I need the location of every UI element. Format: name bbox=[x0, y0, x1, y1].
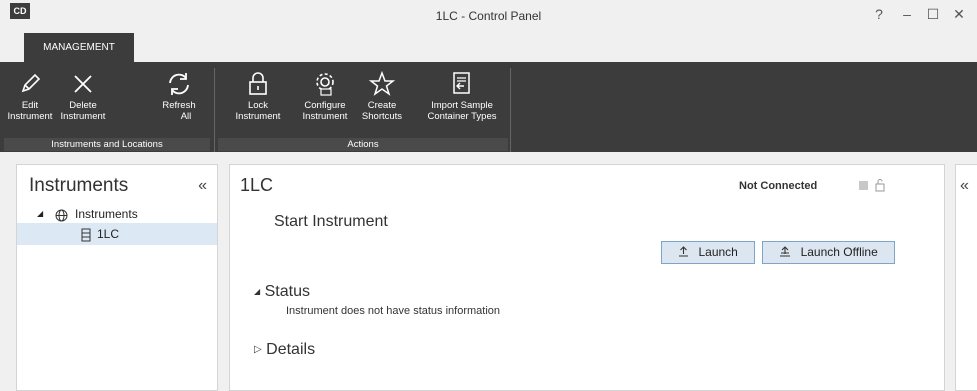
group-actions: Actions bbox=[218, 138, 508, 151]
tab-management[interactable]: MANAGEMENT bbox=[24, 33, 134, 62]
refresh-line1: Refresh bbox=[162, 100, 196, 111]
pencil-icon bbox=[16, 70, 44, 98]
expander-icon: ◢ bbox=[254, 287, 261, 296]
instrument-icon bbox=[81, 227, 91, 249]
shortcuts-line2: Shortcuts bbox=[361, 111, 403, 122]
start-instrument-heading: Start Instrument bbox=[274, 213, 388, 230]
ribbon-separator bbox=[510, 68, 511, 152]
unlock-icon bbox=[875, 178, 885, 192]
edit-line2: Instrument bbox=[7, 111, 53, 122]
group-instruments-and-locations: Instruments and Locations bbox=[4, 138, 210, 151]
launch-offline-button[interactable]: Launch Offline bbox=[762, 241, 895, 264]
shortcuts-line1: Create bbox=[367, 100, 397, 111]
title-bar: CD 1LC - Control Panel ? – ☐ ✕ bbox=[0, 0, 977, 33]
edit-line1: Edit bbox=[21, 100, 39, 111]
expander-icon: ▷ bbox=[254, 344, 262, 355]
launch-offline-label: Launch Offline bbox=[800, 245, 878, 259]
configure-line2: Instrument bbox=[302, 111, 348, 122]
tree-item-label: Instruments bbox=[75, 207, 138, 221]
window-title: 1LC - Control Panel bbox=[435, 9, 542, 23]
launch-offline-icon bbox=[779, 245, 800, 259]
x-icon bbox=[69, 70, 97, 98]
edit-instrument-button[interactable]: Edit Instrument bbox=[4, 66, 56, 134]
refresh-all-button[interactable]: Refresh All bbox=[160, 66, 198, 134]
delete-line2: Instrument bbox=[60, 111, 106, 122]
page-title: 1LC bbox=[240, 175, 274, 195]
tree-item-label: 1LC bbox=[97, 227, 120, 241]
tree-item-1lc[interactable]: 1LC bbox=[17, 223, 217, 245]
tree-expander-icon[interactable]: ◢ bbox=[37, 203, 43, 225]
help-button[interactable]: ? bbox=[868, 3, 890, 25]
import-line2: Container Types bbox=[427, 111, 497, 122]
import-icon bbox=[448, 70, 476, 98]
lock-instrument-button[interactable]: Lock Instrument bbox=[226, 66, 290, 134]
instrument-detail-panel: 1LC Not Connected Start Instrument Launc… bbox=[229, 164, 945, 391]
ribbon: Edit Instrument Delete Instrument Refres… bbox=[0, 62, 977, 152]
configure-instrument-button[interactable]: Configure Instrument bbox=[294, 66, 356, 134]
connection-status: Not Connected bbox=[739, 180, 818, 192]
create-shortcuts-button[interactable]: Create Shortcuts bbox=[356, 66, 408, 134]
refresh-line2: All bbox=[180, 111, 192, 122]
collapse-left-panel-button[interactable]: « bbox=[198, 177, 207, 195]
close-button[interactable]: ✕ bbox=[948, 3, 970, 25]
status-heading: Status bbox=[264, 283, 310, 300]
star-icon bbox=[368, 70, 396, 98]
refresh-icon bbox=[165, 70, 193, 98]
ribbon-separator bbox=[214, 68, 215, 152]
lock-icon bbox=[244, 70, 272, 98]
status-section-header[interactable]: ◢ Status bbox=[254, 283, 310, 301]
tree-item-instruments[interactable]: ◢ Instruments bbox=[17, 203, 217, 225]
panel-title: Instruments bbox=[29, 175, 129, 196]
details-section-header[interactable]: ▷ Details bbox=[254, 341, 315, 359]
launch-button[interactable]: Launch bbox=[661, 241, 755, 264]
configure-line1: Configure bbox=[304, 100, 346, 111]
gear-icon bbox=[311, 70, 339, 98]
launch-label: Launch bbox=[698, 245, 738, 259]
delete-line1: Delete bbox=[69, 100, 97, 111]
lock-line1: Lock bbox=[247, 100, 269, 111]
minimize-button[interactable]: – bbox=[896, 3, 918, 25]
import-line1: Import Sample bbox=[431, 100, 493, 111]
lock-line2: Instrument bbox=[235, 111, 281, 122]
status-indicator-icon bbox=[859, 181, 868, 190]
instruments-navigation-panel: Instruments « ◢ Instruments 1LC bbox=[16, 164, 218, 391]
status-text: Instrument does not have status informat… bbox=[286, 305, 501, 317]
maximize-button[interactable]: ☐ bbox=[922, 3, 944, 25]
delete-instrument-button[interactable]: Delete Instrument bbox=[56, 66, 110, 134]
details-heading: Details bbox=[266, 341, 316, 358]
import-sample-container-types-button[interactable]: Import Sample Container Types bbox=[416, 66, 508, 134]
expand-right-panel-button[interactable]: « bbox=[960, 177, 969, 195]
right-collapsed-panel: « bbox=[955, 164, 977, 391]
upload-icon bbox=[678, 245, 698, 259]
